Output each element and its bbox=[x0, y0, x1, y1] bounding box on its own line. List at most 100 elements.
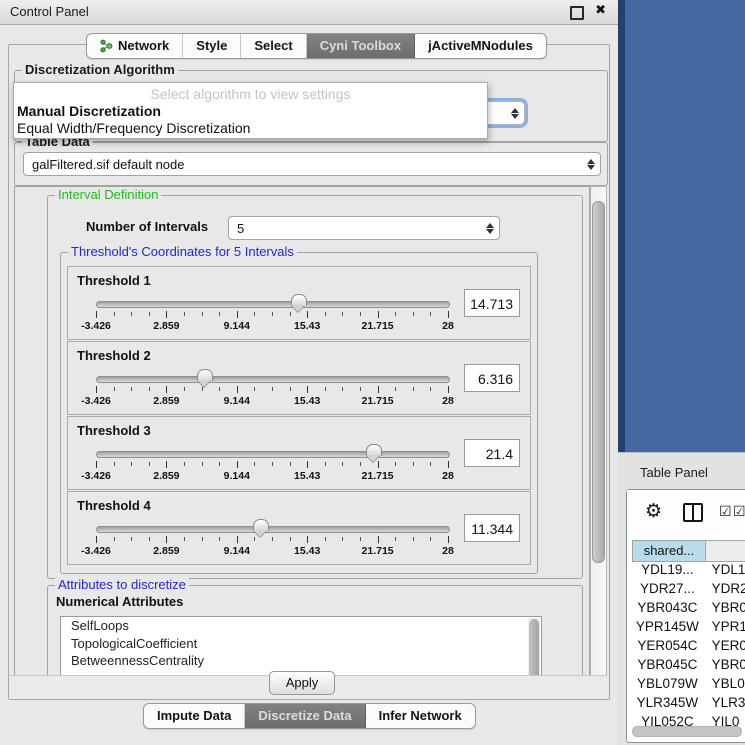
threshold-value-field[interactable]: 21.4 bbox=[464, 439, 520, 467]
slider-track[interactable] bbox=[96, 376, 450, 383]
bottom-tab[interactable]: Discretize Data bbox=[245, 704, 365, 728]
horizontal-scrollbar-thumb[interactable] bbox=[632, 726, 742, 737]
bottom-tab[interactable]: Infer Network bbox=[366, 704, 475, 728]
slider-tick bbox=[254, 462, 255, 466]
popup-option[interactable]: Manual Discretization bbox=[17, 103, 161, 119]
combo-arrows-icon bbox=[486, 223, 494, 234]
slider-tick bbox=[219, 312, 220, 316]
number-of-intervals-combobox[interactable]: 5 bbox=[228, 216, 500, 240]
apply-button[interactable]: Apply bbox=[269, 671, 335, 695]
threshold-slider[interactable]: -3.4262.8599.14415.4321.71528 bbox=[96, 447, 448, 481]
popup-option[interactable]: Equal Width/Frequency Discretization bbox=[17, 120, 250, 136]
threshold-label: Threshold 1 bbox=[77, 273, 151, 288]
table-data-combobox[interactable]: galFiltered.sif default node bbox=[23, 152, 601, 176]
threshold-value-field[interactable]: 11.344 bbox=[464, 514, 520, 542]
attributes-to-discretize-group: Attributes to discretize Numerical Attri… bbox=[47, 585, 583, 678]
table-row[interactable]: YDL19... YDL1 bbox=[632, 562, 745, 581]
attribute-list-item[interactable]: TopologicalCoefficient bbox=[61, 635, 541, 653]
checkbox-icon[interactable]: ☑ bbox=[733, 504, 745, 520]
slider-tick bbox=[290, 312, 291, 316]
slider-handle[interactable] bbox=[253, 519, 269, 531]
combo-arrows-icon bbox=[587, 159, 595, 170]
number-of-intervals-value: 5 bbox=[237, 221, 244, 236]
column-layout-icon[interactable] bbox=[683, 503, 703, 522]
slider-tick bbox=[202, 462, 203, 466]
table-row[interactable]: YDR27... YDR2 bbox=[632, 581, 745, 600]
slider-handle[interactable] bbox=[197, 369, 213, 381]
list-scrollbar-thumb[interactable] bbox=[529, 619, 539, 678]
slider-tick-label: 21.715 bbox=[362, 395, 394, 407]
vertical-scrollbar-thumb[interactable] bbox=[592, 201, 605, 563]
table-row[interactable]: YLR345W YLR3 bbox=[632, 695, 745, 714]
bottom-tab[interactable]: Impute Data bbox=[144, 704, 245, 728]
top-tab[interactable]: Cyni Toolbox bbox=[307, 34, 415, 58]
slider-tick bbox=[413, 462, 414, 466]
table-row[interactable]: YBR045C YBR0 bbox=[632, 657, 745, 676]
control-panel: Control Panel ✖ Network bbox=[0, 0, 619, 745]
slider-track[interactable] bbox=[96, 526, 450, 533]
attribute-list-item[interactable]: SelfLoops bbox=[61, 617, 541, 635]
slider-tick bbox=[184, 312, 185, 316]
list-scrollbar[interactable] bbox=[528, 618, 540, 678]
slider-tick-label: 15.43 bbox=[294, 470, 320, 482]
top-tab[interactable]: Style bbox=[183, 34, 241, 58]
slider-tick bbox=[131, 537, 132, 541]
threshold-item: Threshold 4 -3.4262.8599.14415.4321.7152… bbox=[67, 491, 531, 565]
algorithm-dropdown-popup: Select algorithm to view settings Manual… bbox=[13, 82, 488, 139]
close-icon[interactable]: ✖ bbox=[595, 3, 606, 18]
cell-shared-name: YPR145W bbox=[632, 619, 703, 638]
slider-tick-label: 9.144 bbox=[224, 545, 250, 557]
threshold-slider[interactable]: -3.4262.8599.14415.4321.71528 bbox=[96, 522, 448, 556]
top-tab[interactable]: Network bbox=[87, 34, 183, 58]
attribute-list-item[interactable]: BetweennessCentrality bbox=[61, 652, 541, 670]
slider-ticks bbox=[96, 311, 448, 319]
table-panel-region: Table Panel ⚙ ☑ ☑ shared... n YDL19... Y… bbox=[618, 452, 745, 745]
top-tab[interactable]: jActiveMNodules bbox=[415, 34, 546, 58]
cell-shared-name: YDR27... bbox=[632, 581, 703, 600]
slider-tick-label: -3.426 bbox=[81, 470, 111, 482]
slider-track[interactable] bbox=[96, 451, 450, 458]
table-row[interactable]: YBR043C YBR0 bbox=[632, 600, 745, 619]
table-row[interactable]: YBL079W YBL0 bbox=[632, 676, 745, 695]
slider-scale-labels: -3.4262.8599.14415.4321.71528 bbox=[96, 395, 448, 407]
slider-tick bbox=[378, 311, 379, 318]
threshold-value-field[interactable]: 14.713 bbox=[464, 289, 520, 317]
slider-tick bbox=[149, 312, 150, 316]
slider-tick-label: 9.144 bbox=[224, 320, 250, 332]
cell-name: YBL0 bbox=[703, 676, 745, 695]
slider-track[interactable] bbox=[96, 301, 450, 308]
threshold-slider[interactable]: -3.4262.8599.14415.4321.71528 bbox=[96, 372, 448, 406]
slider-tick bbox=[254, 387, 255, 391]
slider-scale-labels: -3.4262.8599.14415.4321.71528 bbox=[96, 320, 448, 332]
slider-tick-label: 9.144 bbox=[224, 395, 250, 407]
threshold-value-field[interactable]: 6.316 bbox=[464, 364, 520, 392]
table-row[interactable]: YPR145W YPR1 bbox=[632, 619, 745, 638]
slider-handle[interactable] bbox=[366, 444, 382, 456]
slider-tick bbox=[430, 462, 431, 466]
slider-tick bbox=[219, 462, 220, 466]
table-panel: ⚙ ☑ ☑ shared... n YDL19... YDL1 YDR27 bbox=[626, 489, 745, 743]
slider-tick bbox=[272, 387, 273, 391]
checkbox-icon[interactable]: ☑ bbox=[719, 504, 732, 520]
cell-name: YDL1 bbox=[703, 562, 745, 581]
slider-tick bbox=[395, 462, 396, 466]
float-icon[interactable] bbox=[570, 6, 584, 20]
slider-tick bbox=[342, 312, 343, 316]
slider-tick bbox=[96, 386, 97, 393]
slider-tick bbox=[290, 387, 291, 391]
slider-handle[interactable] bbox=[291, 294, 307, 306]
gear-icon[interactable]: ⚙ bbox=[645, 500, 662, 522]
slider-tick-label: -3.426 bbox=[81, 320, 111, 332]
slider-tick-label: 28 bbox=[442, 320, 454, 332]
table-row[interactable]: YER054C YER0 bbox=[632, 638, 745, 657]
top-tab[interactable]: Select bbox=[241, 34, 306, 58]
column-header-shared[interactable]: shared... bbox=[632, 540, 706, 562]
slider-tick bbox=[254, 537, 255, 541]
threshold-slider[interactable]: -3.4262.8599.14415.4321.71528 bbox=[96, 297, 448, 331]
slider-tick bbox=[430, 537, 431, 541]
slider-scale-labels: -3.4262.8599.14415.4321.71528 bbox=[96, 470, 448, 482]
slider-tick bbox=[96, 536, 97, 543]
slider-tick bbox=[448, 311, 449, 318]
column-header-name[interactable]: n bbox=[706, 540, 745, 562]
vertical-scrollbar[interactable] bbox=[590, 186, 607, 678]
